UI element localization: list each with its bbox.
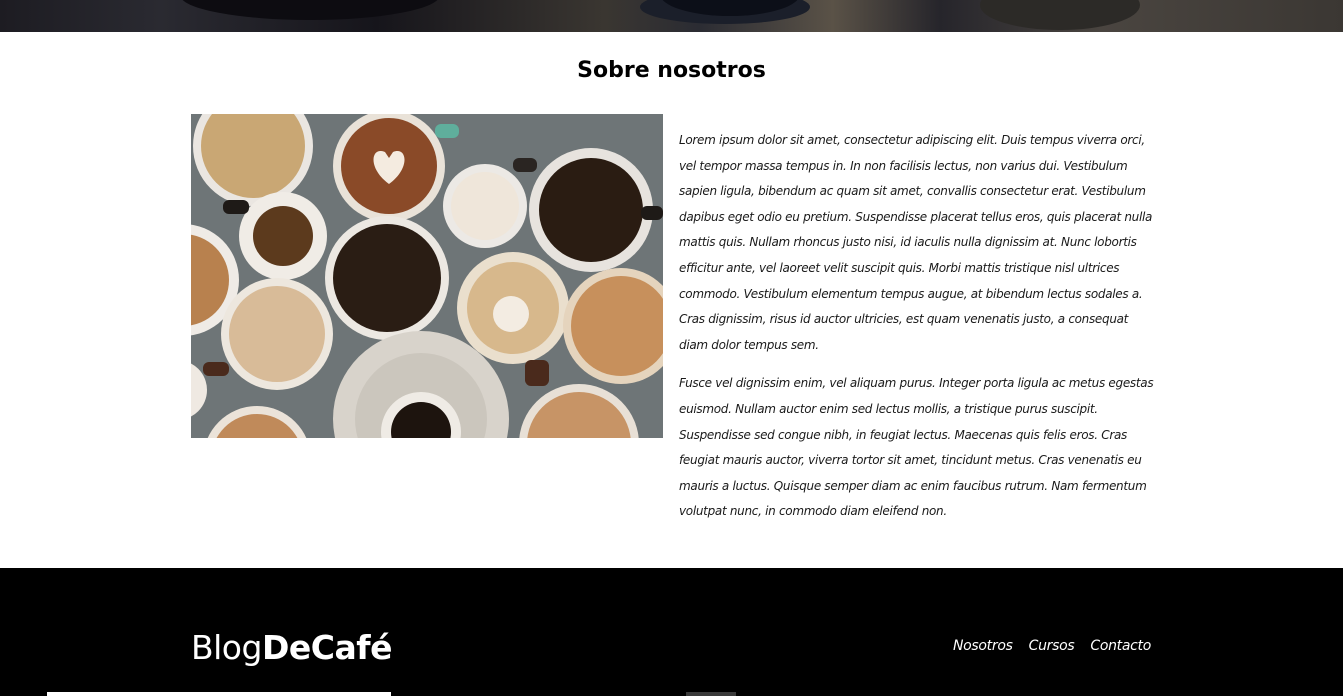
scroll-indicator-secondary bbox=[686, 692, 736, 696]
about-text: Lorem ipsum dolor sit amet, consectetur … bbox=[679, 128, 1157, 538]
hero-banner-strip bbox=[0, 0, 1343, 32]
logo-text-bold: DeCafé bbox=[261, 628, 393, 667]
site-logo[interactable]: BlogDeCafé bbox=[191, 628, 392, 667]
footer-link-cursos[interactable]: Cursos bbox=[1029, 638, 1075, 654]
logo-text-light: Blog bbox=[191, 628, 262, 667]
coffee-cups-image bbox=[191, 114, 663, 438]
about-paragraph: Fusce vel dignissim enim, vel aliquam pu… bbox=[679, 376, 1154, 519]
footer-nav: Nosotros Cursos Contacto bbox=[953, 638, 1151, 654]
footer: BlogDeCafé Nosotros Cursos Contacto bbox=[0, 568, 1343, 696]
footer-link-contacto[interactable]: Contacto bbox=[1090, 638, 1151, 654]
hero-shape bbox=[980, 0, 1140, 30]
hero-shape bbox=[180, 0, 440, 20]
about-paragraph: Lorem ipsum dolor sit amet, consectetur … bbox=[679, 133, 1153, 352]
footer-link-nosotros[interactable]: Nosotros bbox=[953, 638, 1013, 654]
about-title: Sobre nosotros bbox=[577, 58, 766, 83]
scroll-indicator bbox=[47, 692, 391, 696]
